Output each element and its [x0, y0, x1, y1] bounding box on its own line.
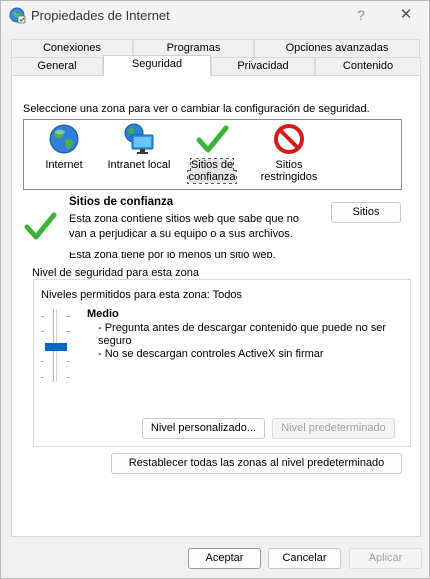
reset-all-zones-button[interactable]: Restablecer todas las zonas al nivel pre… — [111, 453, 402, 474]
zone-list[interactable]: Internet Intranet local Sitios de confian… — [23, 119, 402, 190]
internet-options-icon — [9, 7, 26, 24]
zone-sitios-restringidos[interactable]: Sitios restringidos — [254, 122, 324, 183]
level-description-1-cont: seguro — [98, 335, 132, 347]
help-button[interactable]: ? — [348, 5, 374, 25]
globe-icon — [49, 124, 79, 154]
security-level-group-title: Nivel de seguridad para esta zona — [29, 267, 202, 279]
zone-label: Internet — [45, 159, 83, 171]
slider-tick — [41, 377, 44, 378]
sites-button[interactable]: Sitios — [331, 202, 401, 223]
zone-label: Sitios restringidos — [260, 159, 318, 183]
default-level-button[interactable]: Nivel predeterminado — [272, 418, 395, 439]
custom-level-button[interactable]: Nivel personalizado... — [142, 418, 265, 439]
zone-instruction: Seleccione una zona para ver o cambiar l… — [23, 103, 370, 115]
internet-properties-dialog: Propiedades de Internet ? ✕ Conexiones P… — [0, 0, 430, 579]
zone-internet[interactable]: Internet — [39, 122, 89, 171]
tab-seguridad[interactable]: Seguridad — [103, 55, 211, 76]
checkmark-icon — [196, 125, 229, 153]
slider-tick — [67, 331, 70, 332]
zone-description-line1: Esta zona contiene sitios web que sabe q… — [69, 213, 299, 225]
ok-button[interactable]: Aceptar — [188, 548, 261, 569]
level-description-2: - No se descargan controles ActiveX sin … — [98, 348, 324, 360]
tab-general[interactable]: General — [11, 57, 103, 75]
zone-intranet-local[interactable]: Intranet local — [104, 122, 174, 171]
zone-title: Sitios de confianza — [69, 196, 174, 208]
trusted-sites-check-icon — [24, 212, 57, 240]
tab-privacidad[interactable]: Privacidad — [211, 57, 315, 75]
window-title: Propiedades de Internet — [31, 8, 170, 23]
tab-opciones-avanzadas[interactable]: Opciones avanzadas — [254, 39, 420, 57]
slider-tick — [67, 361, 70, 362]
slider-tick — [41, 316, 44, 317]
level-description-1: - Pregunta antes de descargar contenido … — [98, 322, 387, 334]
slider-tick — [41, 331, 44, 332]
zone-sitios-de-confianza[interactable]: Sitios de confianza — [187, 122, 237, 184]
zone-label: Intranet local — [107, 159, 171, 171]
title-bar: Propiedades de Internet ? ✕ — [1, 1, 429, 31]
allowed-levels-text: Niveles permitidos para esta zona: Todos — [41, 289, 242, 301]
tab-contenido[interactable]: Contenido — [315, 57, 421, 75]
slider-tick — [67, 316, 70, 317]
close-button[interactable]: ✕ — [393, 5, 419, 25]
slider-tick — [67, 377, 70, 378]
cancel-button[interactable]: Cancelar — [268, 548, 341, 569]
prohibited-icon — [274, 124, 304, 154]
network-monitor-icon — [124, 123, 154, 154]
slider-tick — [41, 361, 44, 362]
zone-description-line2: van a perjudicar a su equipo o a sus arc… — [69, 228, 293, 240]
security-level-name: Medio — [87, 308, 119, 320]
zone-label: Sitios de confianza — [187, 158, 237, 184]
security-level-slider-thumb[interactable] — [45, 343, 67, 351]
apply-button[interactable]: Aplicar — [349, 548, 422, 569]
